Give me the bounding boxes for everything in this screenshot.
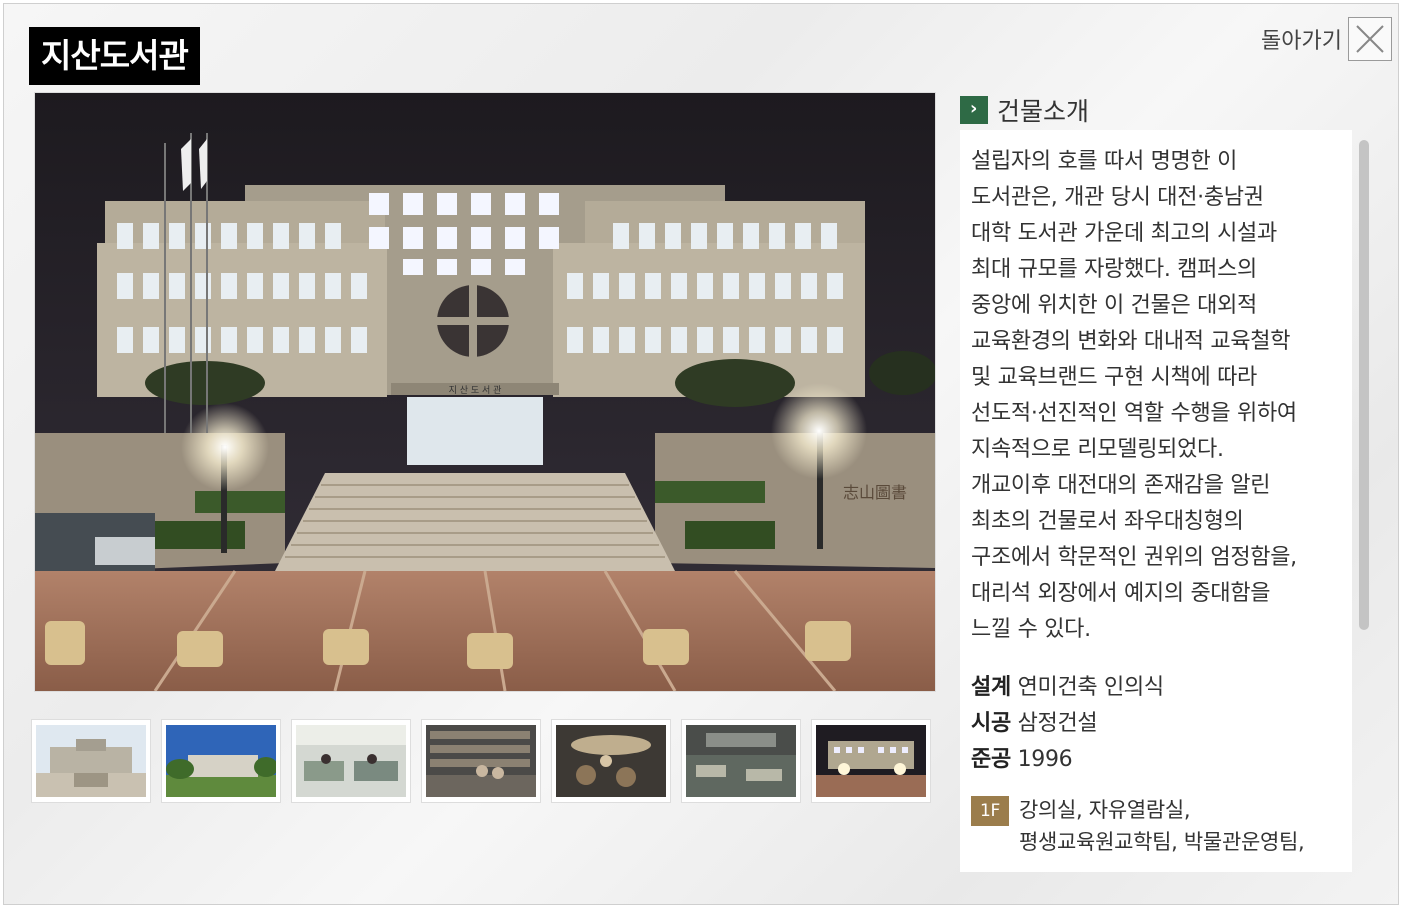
description-line: 최대 규모를 자랑했다. 캠퍼스의	[971, 257, 1257, 282]
close-icon[interactable]	[1348, 17, 1392, 61]
building-info-modal: 지산도서관 돌아가기 지 산 도 서 관 志山圖書 › 건물소개 설립자의 호를…	[3, 3, 1399, 905]
description-line: 개교이후 대전대의 존재감을 알린	[971, 473, 1271, 498]
description-line: 중앙에 위치한 이 건물은 대외적	[971, 293, 1257, 318]
floor-item: 1F 강의실, 자유열람실, 평생교육원교학팀, 박물관운영팀, ...	[971, 794, 1340, 872]
stone-inscription: 志山圖書	[843, 483, 907, 502]
thumbnail-strip	[31, 719, 931, 803]
spec-construction-label: 시공	[971, 711, 1011, 736]
building-sign: 지 산 도 서 관	[449, 385, 502, 396]
spec-design-label: 설계	[971, 675, 1011, 700]
spec-completion-value: 1996	[1017, 747, 1073, 772]
main-photo: 지 산 도 서 관 志山圖書	[34, 92, 936, 692]
floor-line: 평생교육원교학팀, 박물관운영팀,	[1019, 830, 1305, 854]
spec-construction: 시공 삼정건설	[971, 706, 1340, 742]
thumbnail-2[interactable]	[161, 719, 281, 803]
description-line: 대리석 외장에서 예지의 중대함을	[971, 581, 1271, 606]
spec-completion-label: 준공	[971, 747, 1011, 772]
description-line: 최초의 건물로서 좌우대칭형의	[971, 509, 1244, 534]
description-line: 대학 도서관 가운데 최고의 시설과	[971, 221, 1277, 246]
spec-design: 설계 연미건축 인의식	[971, 670, 1340, 706]
floor-line: 강의실, 자유열람실,	[1019, 798, 1191, 822]
thumbnail-5[interactable]	[551, 719, 671, 803]
building-specs: 설계 연미건축 인의식 시공 삼정건설 준공 1996	[971, 670, 1340, 778]
page-title: 지산도서관	[29, 27, 200, 85]
description-panel: 설립자의 호를 따서 명명한 이 도서관은, 개관 당시 대전·충남권 대학 도…	[960, 130, 1352, 872]
scrollbar[interactable]	[1359, 140, 1369, 630]
spec-design-value: 연미건축 인의식	[1017, 675, 1165, 700]
thumbnail-3[interactable]	[291, 719, 411, 803]
description-line: 설립자의 호를 따서 명명한 이	[971, 149, 1238, 174]
thumbnail-1[interactable]	[31, 719, 151, 803]
spec-completion: 준공 1996	[971, 742, 1340, 778]
description-line: 지속적으로 리모델링되었다.	[971, 437, 1224, 462]
thumbnail-6[interactable]	[681, 719, 801, 803]
floor-line: ...	[1019, 858, 1304, 872]
back-label: 돌아가기	[1261, 29, 1342, 54]
floor-badge: 1F	[971, 796, 1009, 826]
description-line: 느낄 수 있다.	[971, 617, 1091, 642]
chevron-right-icon	[960, 96, 988, 124]
section-header: 건물소개	[960, 92, 1089, 128]
back-button[interactable]: 돌아가기	[1261, 17, 1392, 61]
description-line: 교육환경의 변화와 대내적 교육철학	[971, 329, 1291, 354]
description-line: 및 교육브랜드 구현 시책에 따라	[971, 365, 1257, 390]
thumbnail-7[interactable]	[811, 719, 931, 803]
section-title: 건물소개	[997, 97, 1090, 126]
description-line: 선도적·선진적인 역할 수행을 위하여	[971, 401, 1297, 426]
description-line: 구조에서 학문적인 권위의 엄정함을,	[971, 545, 1297, 570]
thumbnail-4[interactable]	[421, 719, 541, 803]
description-line: 도서관은, 개관 당시 대전·충남권	[971, 185, 1264, 210]
spec-construction-value: 삼정건설	[1017, 711, 1098, 736]
